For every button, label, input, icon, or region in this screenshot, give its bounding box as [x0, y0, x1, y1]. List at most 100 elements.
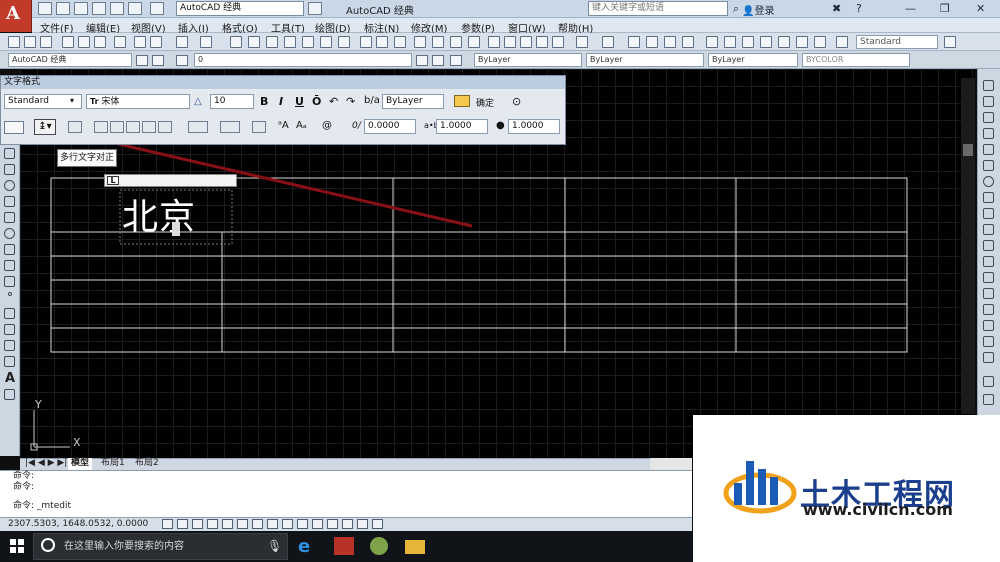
insert-block-icon[interactable] — [4, 260, 15, 271]
overline-button[interactable]: Ō — [312, 95, 321, 108]
app-taskbar-icon[interactable] — [370, 537, 388, 555]
numbering-icon[interactable] — [220, 121, 240, 133]
mtext-ruler[interactable]: L — [104, 174, 237, 187]
vertical-scrollbar-thumb[interactable] — [963, 144, 973, 156]
tab-nav-arrows[interactable]: |◀ ◀ ▶ ▶| — [22, 458, 70, 470]
mtext-icon[interactable]: A — [5, 371, 15, 386]
stack-icon[interactable]: b/a — [364, 95, 380, 106]
italic-button[interactable]: I — [279, 95, 283, 108]
undo-text-icon[interactable]: ↶ — [329, 95, 338, 108]
command-window[interactable]: 命令: 命令: 命令: _mtedit — [0, 470, 692, 517]
3dosnap-icon[interactable] — [252, 519, 263, 529]
tab-layout2[interactable]: 布局2 — [132, 458, 162, 470]
chamfer-icon[interactable] — [983, 304, 994, 315]
annotative-icon[interactable]: △ — [194, 96, 202, 107]
ok-button[interactable]: 确定 — [476, 96, 494, 109]
tab-layout1[interactable]: 布局1 — [98, 458, 128, 470]
add-selected-icon[interactable] — [4, 389, 15, 400]
horizontal-scrollbar[interactable] — [650, 458, 692, 470]
offset-icon[interactable] — [983, 128, 994, 139]
symbol-button[interactable]: @ — [322, 120, 332, 131]
taskbar-search[interactable]: 在这里输入你要搜索的内容 — [33, 533, 288, 560]
osnap-icon[interactable] — [237, 519, 248, 529]
font-select[interactable]: Tr 宋体 — [86, 94, 190, 109]
dyn-icon[interactable] — [297, 519, 308, 529]
uppercase-icon[interactable]: ᵃA — [278, 120, 289, 131]
break-point-icon[interactable] — [983, 256, 994, 267]
hatch-icon[interactable] — [4, 308, 15, 319]
oblique-input[interactable]: 0.0000 — [364, 119, 416, 134]
insert-field-icon[interactable] — [252, 121, 266, 133]
circle-icon[interactable] — [4, 180, 15, 191]
ortho-icon[interactable] — [207, 519, 218, 529]
align-right-icon[interactable] — [126, 121, 140, 133]
array-icon[interactable] — [983, 144, 994, 155]
width-factor-input[interactable]: 1.0000 — [508, 119, 560, 134]
mirror-icon[interactable] — [983, 112, 994, 123]
am-icon[interactable] — [372, 519, 383, 529]
spline-icon[interactable] — [4, 212, 15, 223]
tab-stop-icon[interactable]: L — [107, 176, 119, 185]
polar-icon[interactable] — [222, 519, 233, 529]
rectangle-icon[interactable] — [4, 148, 15, 159]
move-icon[interactable] — [983, 160, 994, 171]
arc-icon[interactable] — [4, 164, 15, 175]
draworder2-icon[interactable] — [983, 394, 994, 405]
lowercase-icon[interactable]: Aₐ — [296, 120, 307, 131]
copy-object-icon[interactable] — [983, 96, 994, 107]
bold-button[interactable]: B — [260, 95, 268, 108]
erase-icon[interactable] — [983, 80, 994, 91]
sc-icon[interactable] — [357, 519, 368, 529]
draworder-icon[interactable] — [983, 376, 994, 387]
trim-icon[interactable] — [983, 224, 994, 235]
qp-icon[interactable] — [342, 519, 353, 529]
microphone-icon[interactable]: 🎙 — [267, 539, 282, 553]
edge-icon[interactable]: e — [298, 536, 310, 557]
tpy-icon[interactable] — [327, 519, 338, 529]
ruler-toggle-icon[interactable] — [454, 95, 470, 107]
resize-handle[interactable] — [172, 222, 180, 236]
gradient-icon[interactable] — [4, 324, 15, 335]
windows-start-icon[interactable] — [10, 539, 24, 553]
infer-icon[interactable] — [162, 519, 173, 529]
file-explorer-icon[interactable] — [405, 540, 425, 554]
distribute-icon[interactable] — [158, 121, 172, 133]
mtext-justify-icon[interactable]: ↨▾ — [34, 119, 56, 135]
underline-button[interactable]: U — [295, 95, 304, 108]
ellipse-arc-icon[interactable] — [4, 244, 15, 255]
blend-icon[interactable] — [983, 336, 994, 347]
region-icon[interactable] — [4, 340, 15, 351]
align-left-icon[interactable] — [94, 121, 108, 133]
paragraph-icon[interactable] — [68, 121, 82, 133]
justify-icon[interactable] — [142, 121, 156, 133]
snap-icon[interactable] — [177, 519, 188, 529]
text-height-input[interactable]: 10 — [210, 94, 254, 109]
break-icon[interactable] — [983, 272, 994, 283]
align-center-icon[interactable] — [110, 121, 124, 133]
scale-icon[interactable] — [983, 192, 994, 203]
vertical-scrollbar[interactable] — [961, 78, 975, 414]
lwt-icon[interactable] — [312, 519, 323, 529]
ducs-icon[interactable] — [282, 519, 293, 529]
fillet-icon[interactable] — [983, 320, 994, 331]
tab-model[interactable]: 模型 — [68, 458, 93, 470]
join-icon[interactable] — [983, 288, 994, 299]
otrack-icon[interactable] — [267, 519, 278, 529]
table-icon[interactable] — [4, 356, 15, 367]
make-block-icon[interactable] — [4, 276, 15, 287]
mtext-content[interactable]: 北京 — [122, 188, 196, 240]
line-spacing-icon[interactable] — [188, 121, 208, 133]
point-icon[interactable] — [8, 292, 12, 296]
text-color-select[interactable]: ByLayer — [382, 94, 444, 109]
columns-icon[interactable] — [4, 121, 24, 134]
extend-icon[interactable] — [983, 240, 994, 251]
command-input[interactable]: 命令: _mtedit — [0, 501, 692, 512]
explode-icon[interactable] — [983, 352, 994, 363]
rotate-icon[interactable] — [983, 176, 994, 187]
options-icon[interactable]: ⊙ — [512, 95, 521, 108]
stretch-icon[interactable] — [983, 208, 994, 219]
redo-text-icon[interactable]: ↷ — [346, 95, 355, 108]
autocad-taskbar-icon[interactable] — [334, 537, 354, 555]
revcloud-icon[interactable] — [4, 196, 15, 207]
grid-icon[interactable] — [192, 519, 203, 529]
